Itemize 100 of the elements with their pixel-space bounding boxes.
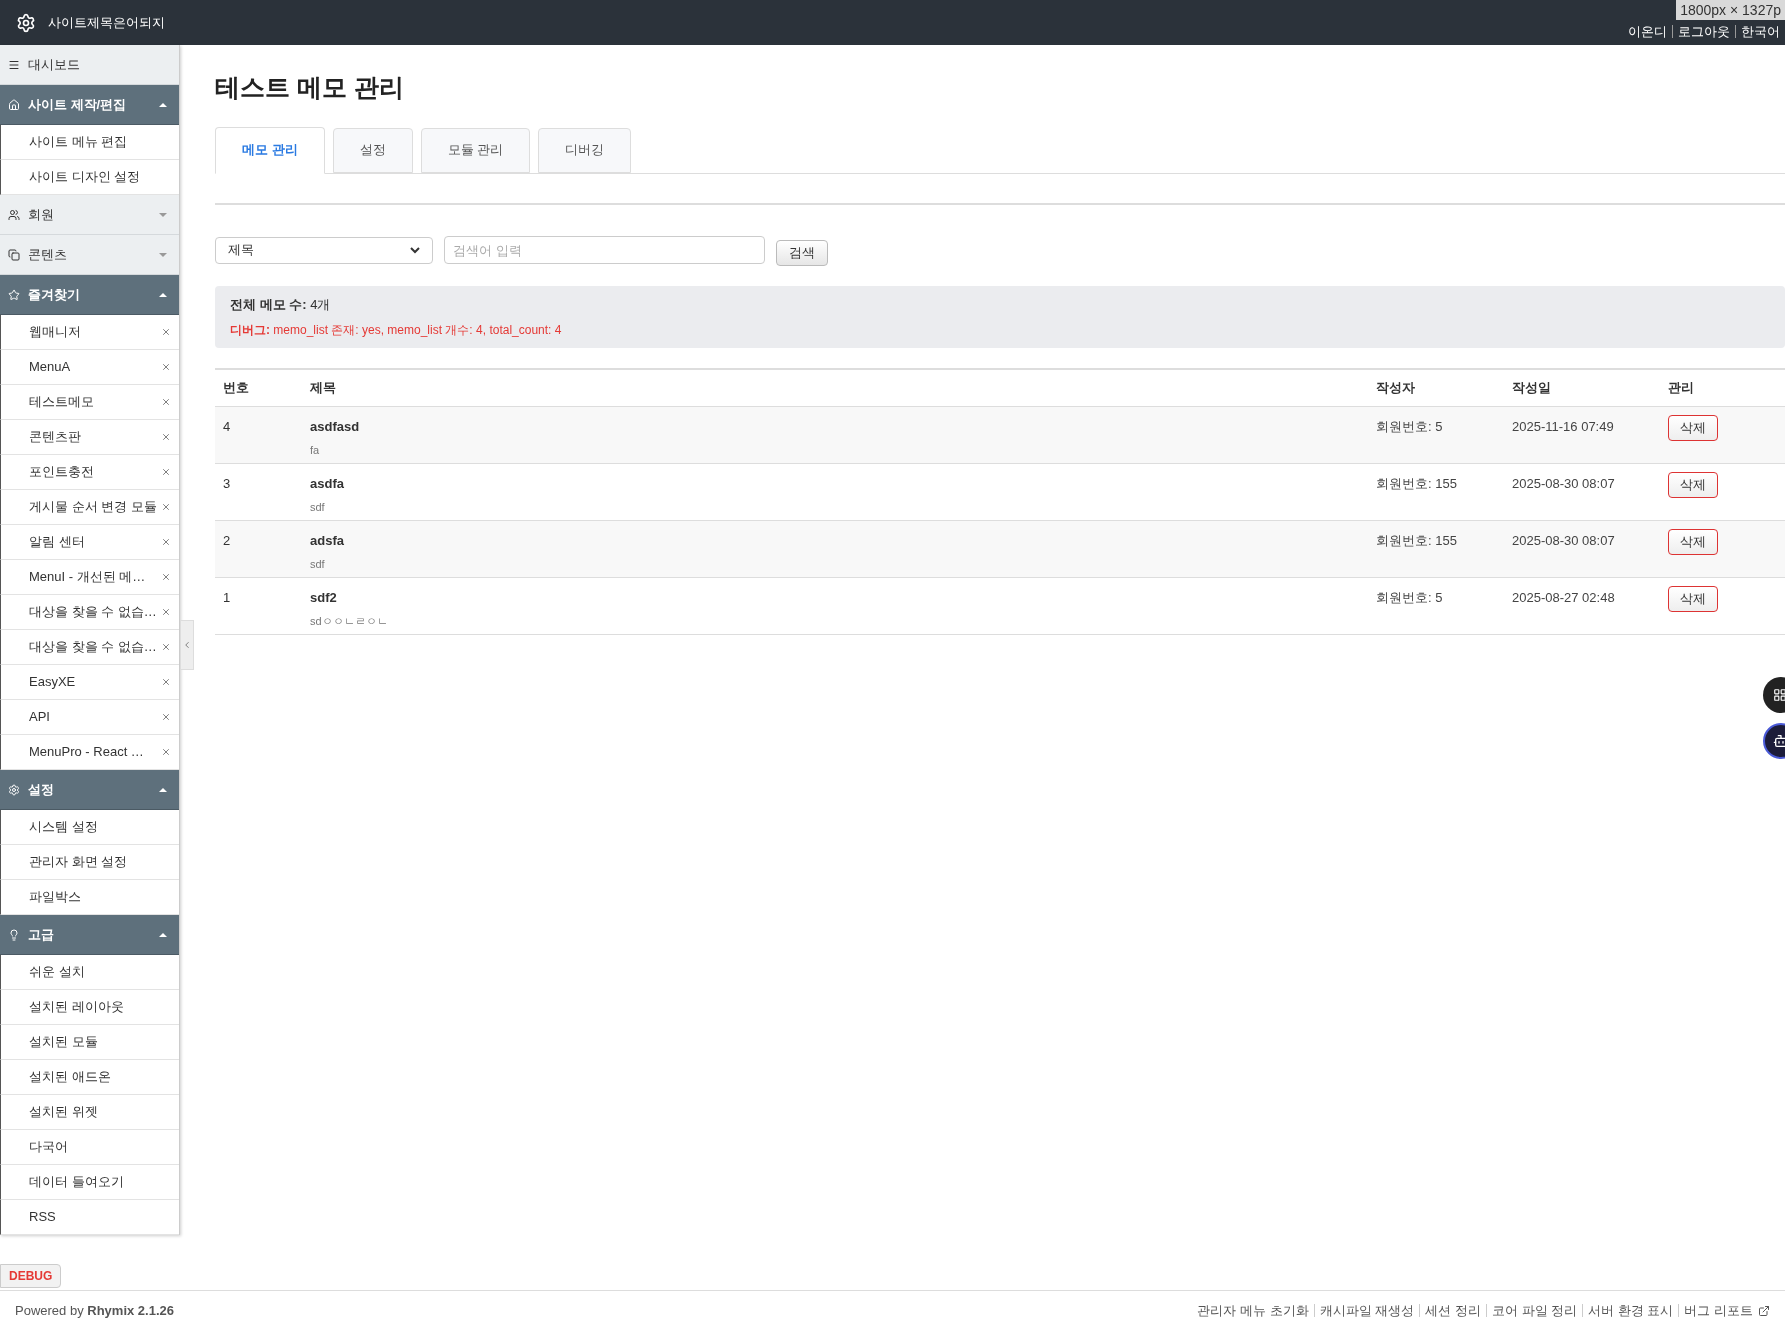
chevron-down-icon: [410, 246, 420, 254]
sidebar-group-header[interactable]: 고급: [0, 915, 179, 955]
tab[interactable]: 메모 관리: [215, 126, 325, 174]
settings-icon[interactable]: [16, 12, 36, 33]
sidebar-item[interactable]: MenuPro - React …: [0, 735, 179, 770]
sidebar-item[interactable]: 다국어: [0, 1130, 179, 1165]
memo-content: sdf: [310, 556, 326, 572]
table-cell-text: 3: [222, 475, 232, 493]
column-header: 관리: [1668, 379, 1695, 398]
footer-link[interactable]: 캐시파일 재생성: [1313, 1304, 1420, 1317]
table-cell-text: 회원번호: 5: [1376, 589, 1444, 607]
sidebar-item[interactable]: 설치된 위젯: [0, 1095, 179, 1130]
delete-button[interactable]: 삭제: [1668, 415, 1718, 441]
menu-icon: [8, 58, 20, 71]
expand-caret-icon: [159, 252, 167, 257]
collapse-caret-icon: [159, 102, 167, 107]
sidebar-group-header[interactable]: 사이트 제작/편집: [0, 85, 179, 125]
sidebar-item[interactable]: 알림 센터: [0, 525, 179, 560]
sidebar-item[interactable]: 설치된 레이아웃: [0, 990, 179, 1025]
remove-icon[interactable]: [161, 607, 171, 617]
sidebar-item[interactable]: 콘텐츠판: [0, 420, 179, 455]
sidebar-item[interactable]: 설치된 애드온: [0, 1060, 179, 1095]
sidebar-item[interactable]: MenuA: [0, 350, 179, 385]
sidebar-item[interactable]: 쉬운 설치: [0, 955, 179, 990]
search-input[interactable]: 검색어 입력: [444, 236, 765, 264]
footer-link[interactable]: 버그 리포트: [1678, 1304, 1758, 1317]
sidebar-item[interactable]: 관리자 화면 설정: [0, 845, 179, 880]
remove-icon[interactable]: [161, 432, 171, 442]
expand-caret-icon: [159, 212, 167, 217]
sidebar-item[interactable]: 시스템 설정: [0, 810, 179, 845]
table-cell-text: 2025-08-27 02:48: [1512, 589, 1616, 607]
sidebar-group-header[interactable]: 콘텐츠: [0, 235, 179, 275]
column-header: 작성일: [1512, 379, 1552, 398]
remove-icon[interactable]: [161, 362, 171, 372]
header-link[interactable]: 로그아웃: [1672, 25, 1735, 38]
remove-icon[interactable]: [161, 712, 171, 722]
sidebar-collapse-handle[interactable]: [180, 620, 194, 670]
search-button[interactable]: 검색: [776, 239, 828, 266]
site-title[interactable]: 사이트제목은어되지: [48, 12, 165, 33]
sidebar-item[interactable]: 게시물 순서 변경 모듈: [0, 490, 179, 525]
footer-link[interactable]: 세션 정리: [1419, 1304, 1486, 1317]
sidebar-item[interactable]: 대상을 찾을 수 없습…: [0, 595, 179, 630]
sidebar-item[interactable]: 포인트충전: [0, 455, 179, 490]
table-cell-text: 4: [222, 418, 232, 436]
total-count-text: 전체 메모 수: 4개: [230, 295, 332, 314]
collapse-caret-icon: [159, 787, 167, 792]
sidebar-item[interactable]: RSS: [0, 1200, 179, 1235]
footer-link[interactable]: 코어 파일 정리: [1485, 1304, 1583, 1317]
sidebar-item[interactable]: 웹매니저: [0, 315, 179, 350]
sidebar-item[interactable]: MenuI - 개선된 메…: [0, 560, 179, 595]
table-cell-text: 2025-11-16 07:49: [1512, 418, 1615, 436]
remove-icon[interactable]: [161, 327, 171, 337]
delete-button[interactable]: 삭제: [1668, 529, 1718, 555]
sidebar-item[interactable]: EasyXE: [0, 665, 179, 700]
sidebar-item[interactable]: 파일박스: [0, 880, 179, 915]
delete-button[interactable]: 삭제: [1668, 586, 1718, 612]
page-title: 테스트 메모 관리: [215, 72, 405, 103]
remove-icon[interactable]: [161, 537, 171, 547]
tab[interactable]: 디버깅: [538, 127, 632, 173]
sidebar-item[interactable]: 테스트메모: [0, 385, 179, 420]
footer-link[interactable]: 관리자 메뉴 초기화: [1192, 1304, 1314, 1317]
remove-icon[interactable]: [161, 572, 171, 582]
size-overlay: 1800px × 1327p: [1676, 0, 1785, 20]
memo-title: asdfasd: [310, 418, 361, 436]
memo-content: sdㅇㅇㄴㄹㅇㄴ: [310, 613, 389, 629]
table-cell-text: 2025-08-30 08:07: [1512, 475, 1616, 493]
remove-icon[interactable]: [161, 467, 171, 477]
remove-icon[interactable]: [161, 397, 171, 407]
sidebar-group-header[interactable]: 즐겨찾기: [0, 275, 179, 315]
sidebar-group-header[interactable]: 회원: [0, 195, 179, 235]
group-icon: [8, 98, 20, 111]
memo-content: sdf: [310, 499, 326, 515]
tab[interactable]: 설정: [332, 127, 413, 173]
sidebar-item[interactable]: 데이터 들여오기: [0, 1165, 179, 1200]
sidebar-item[interactable]: 설치된 모듈: [0, 1025, 179, 1060]
sidebar-item[interactable]: 사이트 메뉴 편집: [0, 125, 179, 160]
delete-button[interactable]: 삭제: [1668, 472, 1718, 498]
sidebar-group-header[interactable]: 설정: [0, 770, 179, 810]
table-cell-text: 2: [222, 532, 232, 550]
remove-icon[interactable]: [161, 747, 171, 757]
search-field-select[interactable]: 제목: [215, 236, 433, 264]
sidebar-item[interactable]: API: [0, 700, 179, 735]
group-icon: [8, 248, 20, 261]
remove-icon[interactable]: [161, 502, 171, 512]
collapse-caret-icon: [159, 932, 167, 937]
memo-title: adsfa: [310, 532, 345, 550]
sidebar-item[interactable]: 대상을 찾을 수 없습…: [0, 630, 179, 665]
collapse-caret-icon: [159, 292, 167, 297]
table-cell-text: 1: [222, 589, 232, 607]
debug-badge[interactable]: DEBUG: [0, 1264, 62, 1288]
grid-icon: [1773, 688, 1785, 702]
group-icon: [8, 288, 20, 301]
memo-content: fa: [310, 442, 321, 458]
header-link[interactable]: 이온디: [1623, 25, 1672, 38]
header-link[interactable]: 한국어: [1735, 25, 1785, 38]
remove-icon[interactable]: [161, 677, 171, 687]
sidebar-item[interactable]: 사이트 디자인 설정: [0, 160, 179, 195]
tab[interactable]: 모듈 관리: [420, 127, 531, 173]
remove-icon[interactable]: [161, 642, 171, 652]
footer-link[interactable]: 서버 환경 표시: [1582, 1304, 1679, 1317]
